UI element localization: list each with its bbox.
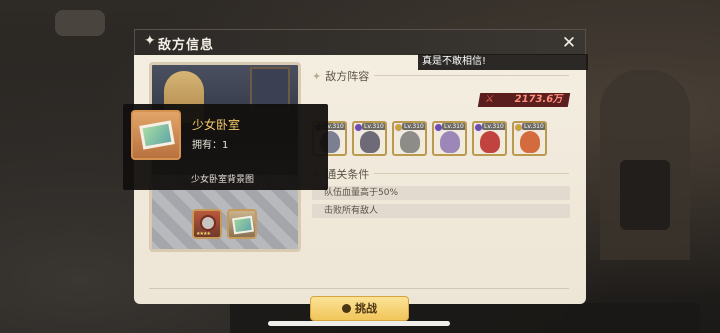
divider [374, 173, 569, 174]
hero-portrait [400, 131, 420, 153]
footer-divider [149, 288, 569, 289]
background-bottom-bar [230, 303, 700, 333]
hero-portrait [520, 131, 540, 153]
hero-level: Lv.310 [402, 123, 425, 130]
modal-title-bar: ✦ 敌方信息 ✕ [134, 29, 586, 55]
background-hud-button [55, 10, 105, 36]
item-description: 少女卧室背景图 [191, 175, 255, 185]
enemy-lineup-label: ✦ 敌方阵容 [312, 70, 370, 83]
modal-title: 敌方信息 [158, 38, 215, 53]
hero-portrait [480, 131, 500, 153]
challenge-icon [342, 304, 351, 313]
challenge-button[interactable]: 挑战 [310, 296, 409, 321]
swords-icon: ⚔ [484, 94, 496, 105]
star-rating-icon: ★★★★ [196, 231, 211, 237]
item-icon-frame [131, 110, 181, 160]
photo-background-icon [139, 120, 175, 150]
photo-background-icon [231, 215, 255, 235]
enemy-hero-6[interactable]: Lv.310 [512, 121, 547, 156]
chat-banner: 真是不敢相信! [418, 54, 588, 70]
home-indicator[interactable] [268, 321, 450, 326]
enemy-hero-3[interactable]: Lv.310 [392, 121, 427, 156]
condition-item: 队伍血量高于50% [312, 186, 570, 200]
knight-helmet-icon [200, 215, 216, 231]
hero-level: Lv.310 [522, 123, 545, 130]
enemy-power-badge: ⚔ 2173.6万 [477, 93, 571, 107]
reward-slot-background[interactable] [227, 209, 257, 239]
condition-item: 击败所有敌人 [312, 204, 570, 218]
sparkle-icon: ✦ [144, 33, 156, 49]
enemy-hero-2[interactable]: Lv.310 [352, 121, 387, 156]
item-tooltip: 少女卧室 拥有：1 少女卧室背景图 [123, 104, 328, 190]
close-icon[interactable]: ✕ [559, 33, 579, 53]
hero-level: Lv.310 [362, 123, 385, 130]
enemy-hero-5[interactable]: Lv.310 [472, 121, 507, 156]
item-name: 少女卧室 [192, 118, 241, 132]
hero-level: Lv.310 [442, 123, 465, 130]
reward-slot-knight[interactable]: ★★★★ [192, 209, 222, 239]
sparkle-icon: ✦ [312, 70, 322, 83]
hero-level: Lv.310 [482, 123, 505, 130]
enemy-hero-4[interactable]: Lv.310 [432, 121, 467, 156]
hero-portrait [440, 131, 460, 153]
background-door [620, 160, 670, 230]
divider [374, 75, 569, 76]
hero-portrait [360, 131, 380, 153]
item-owned-count: 拥有：1 [192, 140, 229, 151]
